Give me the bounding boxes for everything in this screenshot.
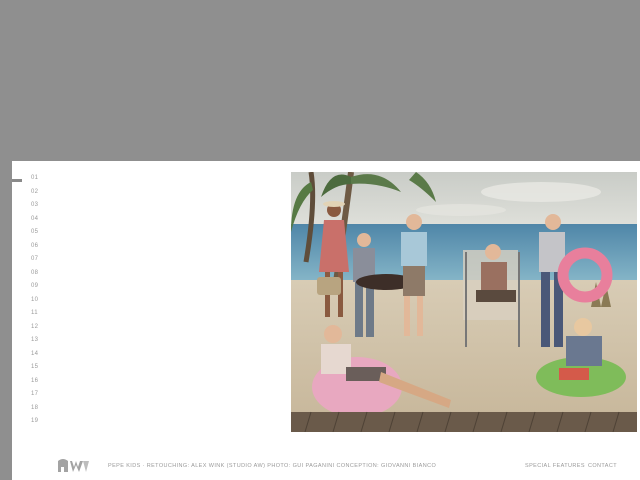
special-features-link[interactable]: SPECIAL FEATURES (525, 463, 585, 469)
nav-number-item[interactable]: 03 (31, 201, 38, 215)
campaign-photo[interactable] (291, 172, 637, 432)
photo-credits: PEPE KIDS · RETOUCHING: ALEX WINK (STUDI… (108, 463, 437, 469)
content-panel: 01 02 03 04 05 06 07 08 09 10 11 12 13 1… (12, 161, 640, 480)
nav-number-item[interactable]: 06 (31, 242, 38, 256)
nav-number-item[interactable]: 19 (31, 417, 38, 431)
nav-number-item[interactable]: 11 (31, 309, 38, 323)
contact-link[interactable]: CONTACT (588, 463, 617, 469)
beach-scene-illustration (291, 172, 637, 432)
footer: PEPE KIDS · RETOUCHING: ALEX WINK (STUDI… (12, 455, 640, 475)
nav-number-item[interactable]: 02 (31, 188, 38, 202)
aw-logo[interactable] (56, 457, 90, 475)
active-item-marker (12, 179, 22, 182)
nav-number-item[interactable]: 07 (31, 255, 38, 269)
nav-number-item[interactable]: 04 (31, 215, 38, 229)
nav-number-item[interactable]: 10 (31, 296, 38, 310)
nav-number-item[interactable]: 01 (31, 174, 38, 188)
nav-number-item[interactable]: 16 (31, 377, 38, 391)
nav-number-item[interactable]: 12 (31, 323, 38, 337)
nav-number-item[interactable]: 14 (31, 350, 38, 364)
nav-number-item[interactable]: 09 (31, 282, 38, 296)
image-number-list: 01 02 03 04 05 06 07 08 09 10 11 12 13 1… (31, 174, 38, 431)
nav-number-item[interactable]: 17 (31, 390, 38, 404)
nav-number-item[interactable]: 13 (31, 336, 38, 350)
nav-number-item[interactable]: 05 (31, 228, 38, 242)
nav-number-item[interactable]: 08 (31, 269, 38, 283)
nav-number-item[interactable]: 15 (31, 363, 38, 377)
nav-number-item[interactable]: 18 (31, 404, 38, 418)
